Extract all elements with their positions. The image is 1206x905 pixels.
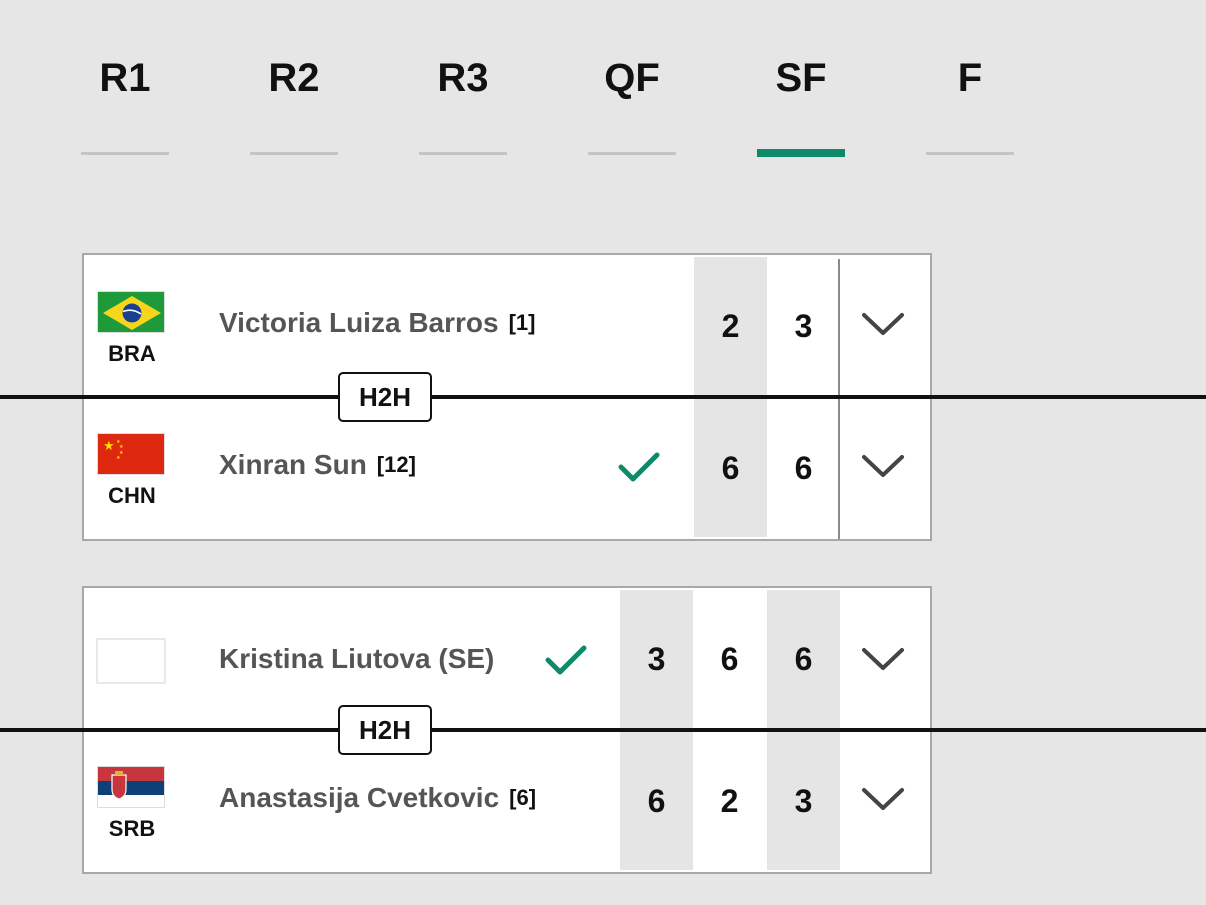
- set-score: 6: [620, 732, 693, 870]
- h2h-button[interactable]: H2H: [338, 372, 432, 422]
- set-score: 6: [720, 640, 739, 677]
- player-name[interactable]: Kristina Liutova (SE): [219, 643, 504, 675]
- player-name[interactable]: Anastasija Cvetkovic [6]: [219, 782, 536, 814]
- tab-underline: [419, 152, 507, 155]
- player-row: BRA Victoria Luiza Barros [1] 2 3: [84, 255, 930, 397]
- player-name-text: Kristina Liutova (SE): [219, 643, 495, 674]
- player-row: Kristina Liutova (SE) 3 6 6: [84, 588, 930, 730]
- country-code: CHN: [108, 483, 156, 508]
- chevron-down-icon[interactable]: [860, 644, 906, 674]
- set-score: 3: [767, 732, 840, 870]
- player-seed: [12]: [376, 452, 416, 477]
- chevron-down-icon[interactable]: [860, 309, 906, 339]
- chevron-down-icon[interactable]: [860, 451, 906, 481]
- set-score: 3: [794, 307, 813, 344]
- china-flag-icon: ★ ★ ★ ★ ★: [97, 433, 165, 475]
- tab-active-underline: [757, 149, 845, 157]
- tab-f[interactable]: F: [926, 52, 1014, 162]
- set-score: 6: [767, 590, 840, 728]
- tab-r3[interactable]: R3: [419, 52, 507, 162]
- set-score: 6: [694, 399, 767, 537]
- tab-sf[interactable]: SF: [757, 52, 845, 162]
- tab-underline: [926, 152, 1014, 155]
- round-tabs: R1 R2 R3 QF SF F: [0, 0, 1206, 170]
- country-code: BRA: [108, 341, 156, 366]
- tab-qf[interactable]: QF: [588, 52, 676, 162]
- set-score: 2: [720, 782, 739, 819]
- chevron-down-icon[interactable]: [860, 784, 906, 814]
- check-icon: [617, 447, 661, 487]
- player-name[interactable]: Victoria Luiza Barros [1]: [219, 307, 535, 339]
- tab-r1[interactable]: R1: [81, 52, 169, 162]
- tab-label: R3: [437, 56, 489, 100]
- tab-r2[interactable]: R2: [250, 52, 338, 162]
- check-icon: [544, 640, 588, 680]
- set-score: 3: [620, 590, 693, 728]
- h2h-divider-line: [0, 395, 1206, 399]
- tab-label: SF: [775, 56, 827, 100]
- player-name-text: Victoria Luiza Barros: [219, 307, 499, 338]
- player-name[interactable]: Xinran Sun [12]: [219, 449, 416, 481]
- svg-text:★: ★: [116, 455, 121, 461]
- tab-label: F: [957, 56, 983, 100]
- tab-label: R2: [268, 56, 320, 100]
- brazil-flag-icon: [97, 291, 165, 333]
- h2h-divider-line: [0, 728, 1206, 732]
- h2h-button[interactable]: H2H: [338, 705, 432, 755]
- set-score: 6: [794, 449, 813, 486]
- tab-underline: [250, 152, 338, 155]
- player-row: ★ ★ ★ ★ ★ CHN Xinran Sun [12] 6 6: [84, 397, 930, 539]
- player-seed: [1]: [508, 310, 536, 335]
- set-score: 2: [694, 257, 767, 395]
- column-divider: [838, 259, 840, 539]
- tab-label: QF: [604, 56, 660, 100]
- tab-label: R1: [99, 56, 151, 100]
- player-seed: [6]: [509, 785, 537, 810]
- country-code: SRB: [108, 816, 156, 841]
- player-name-text: Xinran Sun: [219, 449, 367, 480]
- tab-underline: [588, 152, 676, 155]
- serbia-flag-icon: [97, 766, 165, 808]
- svg-text:★: ★: [103, 439, 115, 454]
- blank-flag-icon: [96, 638, 166, 684]
- tab-underline: [81, 152, 169, 155]
- player-row: SRB Anastasija Cvetkovic [6] 6 2 3: [84, 730, 930, 872]
- player-name-text: Anastasija Cvetkovic: [219, 782, 500, 813]
